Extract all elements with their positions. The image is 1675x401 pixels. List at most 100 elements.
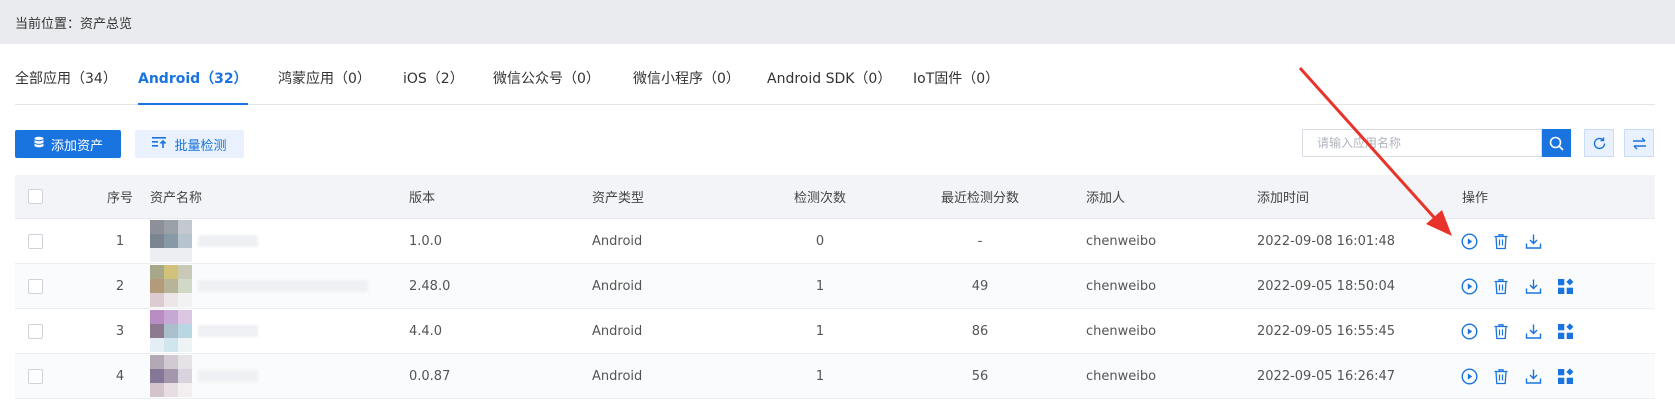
add-asset-button[interactable]: 添加资产	[15, 130, 121, 158]
table-row: 3 4.4.0 Android 1 86 chenweibo 2022-09-05 16:5…	[15, 309, 1655, 354]
thumbnail-pixel	[178, 279, 192, 293]
refresh-icon	[1593, 137, 1605, 149]
thumbnail-pixel	[150, 310, 164, 324]
batch-scan-button[interactable]: 批量检测	[135, 130, 244, 158]
asset-name-cell[interactable]	[150, 264, 368, 308]
thumbnail-pixel	[164, 324, 178, 338]
row-select-cell	[28, 309, 43, 353]
play-circle-icon[interactable]	[1459, 231, 1479, 251]
add-asset-label: 添加资产	[50, 138, 103, 154]
play-circle-icon[interactable]	[1459, 276, 1479, 296]
row-added-by: chenweibo	[1086, 278, 1157, 294]
table-row: 2 2.48.0 Android 1 49 chenweibo 2022-09-05 18:…	[15, 264, 1655, 309]
row-added-by: chenweibo	[1086, 368, 1157, 384]
database-icon	[33, 136, 45, 152]
thumbnail-pixel	[150, 248, 164, 262]
app-icon-thumbnail	[150, 355, 192, 397]
thumbnail-pixel	[164, 310, 178, 324]
header-version: 版本	[409, 191, 436, 206]
row-latest-score: -	[977, 233, 983, 249]
refresh-button[interactable]	[1584, 129, 1614, 157]
thumbnail-pixel	[164, 369, 178, 383]
asset-type-tabs: 全部应用（34） Android（32） 鸿蒙应用（0） iOS（2） 微信公众…	[15, 60, 1655, 105]
row-checkbox[interactable]	[28, 278, 43, 294]
search-button[interactable]	[1542, 129, 1571, 157]
row-checkbox[interactable]	[28, 233, 43, 249]
thumbnail-pixel	[178, 369, 192, 383]
search-box	[1302, 129, 1542, 157]
thumbnail-pixel	[164, 293, 178, 307]
apps-grid-icon[interactable]	[1555, 321, 1575, 341]
row-checkbox[interactable]	[28, 323, 43, 339]
trash-icon[interactable]	[1491, 366, 1511, 386]
row-added-by: chenweibo	[1086, 323, 1157, 339]
thumbnail-pixel	[150, 383, 164, 397]
thumbnail-pixel	[178, 310, 192, 324]
row-index: 1	[115, 233, 125, 249]
asset-name-redacted	[198, 280, 368, 292]
row-asset-type: Android	[592, 278, 643, 294]
row-added-time: 2022-09-05 16:55:45	[1257, 323, 1396, 339]
tab-wechat-official[interactable]: 微信公众号（0）	[493, 68, 600, 103]
download-icon[interactable]	[1523, 231, 1543, 251]
thumbnail-pixel	[150, 265, 164, 279]
tab-android[interactable]: Android（32）	[138, 68, 248, 105]
search-input[interactable]	[1303, 130, 1541, 156]
apps-grid-icon[interactable]	[1555, 276, 1575, 296]
row-checkbox[interactable]	[28, 368, 43, 384]
play-circle-icon[interactable]	[1459, 321, 1479, 341]
download-icon[interactable]	[1523, 276, 1543, 296]
trash-icon[interactable]	[1491, 321, 1511, 341]
table-body: 1 1.0.0 Android 0 - chenweibo 2022-09-08 16:01…	[15, 219, 1655, 399]
asset-name-cell[interactable]	[150, 219, 258, 263]
select-all-cell	[28, 175, 43, 218]
tab-all-apps[interactable]: 全部应用（34）	[15, 68, 117, 103]
row-select-cell	[28, 219, 43, 263]
search-icon	[1549, 136, 1564, 151]
thumbnail-pixel	[178, 293, 192, 307]
asset-name-redacted	[198, 235, 258, 247]
header-actions: 操作	[1462, 191, 1489, 206]
row-index: 4	[115, 368, 125, 384]
thumbnail-pixel	[164, 355, 178, 369]
batch-upload-icon	[152, 136, 168, 152]
header-index: 序号	[106, 191, 133, 206]
download-icon[interactable]	[1523, 321, 1543, 341]
trash-icon[interactable]	[1491, 231, 1511, 251]
swap-arrows-icon	[1632, 137, 1646, 149]
trash-icon[interactable]	[1491, 276, 1511, 296]
thumbnail-pixel	[150, 324, 164, 338]
row-index: 2	[115, 278, 125, 294]
thumbnail-pixel	[164, 338, 178, 352]
row-latest-score: 56	[971, 368, 989, 384]
asset-name-cell[interactable]	[150, 309, 258, 353]
play-circle-icon[interactable]	[1459, 366, 1479, 386]
thumbnail-pixel	[150, 355, 164, 369]
row-version: 2.48.0	[409, 278, 451, 294]
thumbnail-pixel	[164, 279, 178, 293]
app-icon-thumbnail	[150, 265, 192, 307]
row-added-time: 2022-09-05 16:26:47	[1257, 368, 1396, 384]
tab-iot-firmware[interactable]: IoT固件（0）	[913, 68, 999, 103]
switch-view-button[interactable]	[1624, 129, 1654, 157]
table-row: 4 0.0.87 Android 1 56 chenweibo 2022-09-05 16:…	[15, 354, 1655, 399]
asset-name-cell[interactable]	[150, 354, 258, 398]
tab-ios[interactable]: iOS（2）	[403, 68, 464, 103]
tab-harmony[interactable]: 鸿蒙应用（0）	[278, 68, 371, 103]
select-all-checkbox[interactable]	[28, 189, 43, 204]
tab-wechat-miniprogram[interactable]: 微信小程序（0）	[633, 68, 740, 103]
thumbnail-pixel	[178, 234, 192, 248]
thumbnail-pixel	[178, 355, 192, 369]
tab-android-sdk[interactable]: Android SDK（0）	[767, 68, 891, 103]
download-icon[interactable]	[1523, 366, 1543, 386]
thumbnail-pixel	[150, 279, 164, 293]
header-added-time: 添加时间	[1257, 191, 1310, 206]
row-select-cell	[28, 354, 43, 398]
row-asset-type: Android	[592, 323, 643, 339]
asset-name-redacted	[198, 370, 258, 382]
app-icon-thumbnail	[150, 220, 192, 262]
apps-grid-icon[interactable]	[1555, 366, 1575, 386]
row-latest-score: 86	[971, 323, 989, 339]
row-actions	[1459, 219, 1543, 263]
header-asset-type: 资产类型	[592, 191, 645, 206]
